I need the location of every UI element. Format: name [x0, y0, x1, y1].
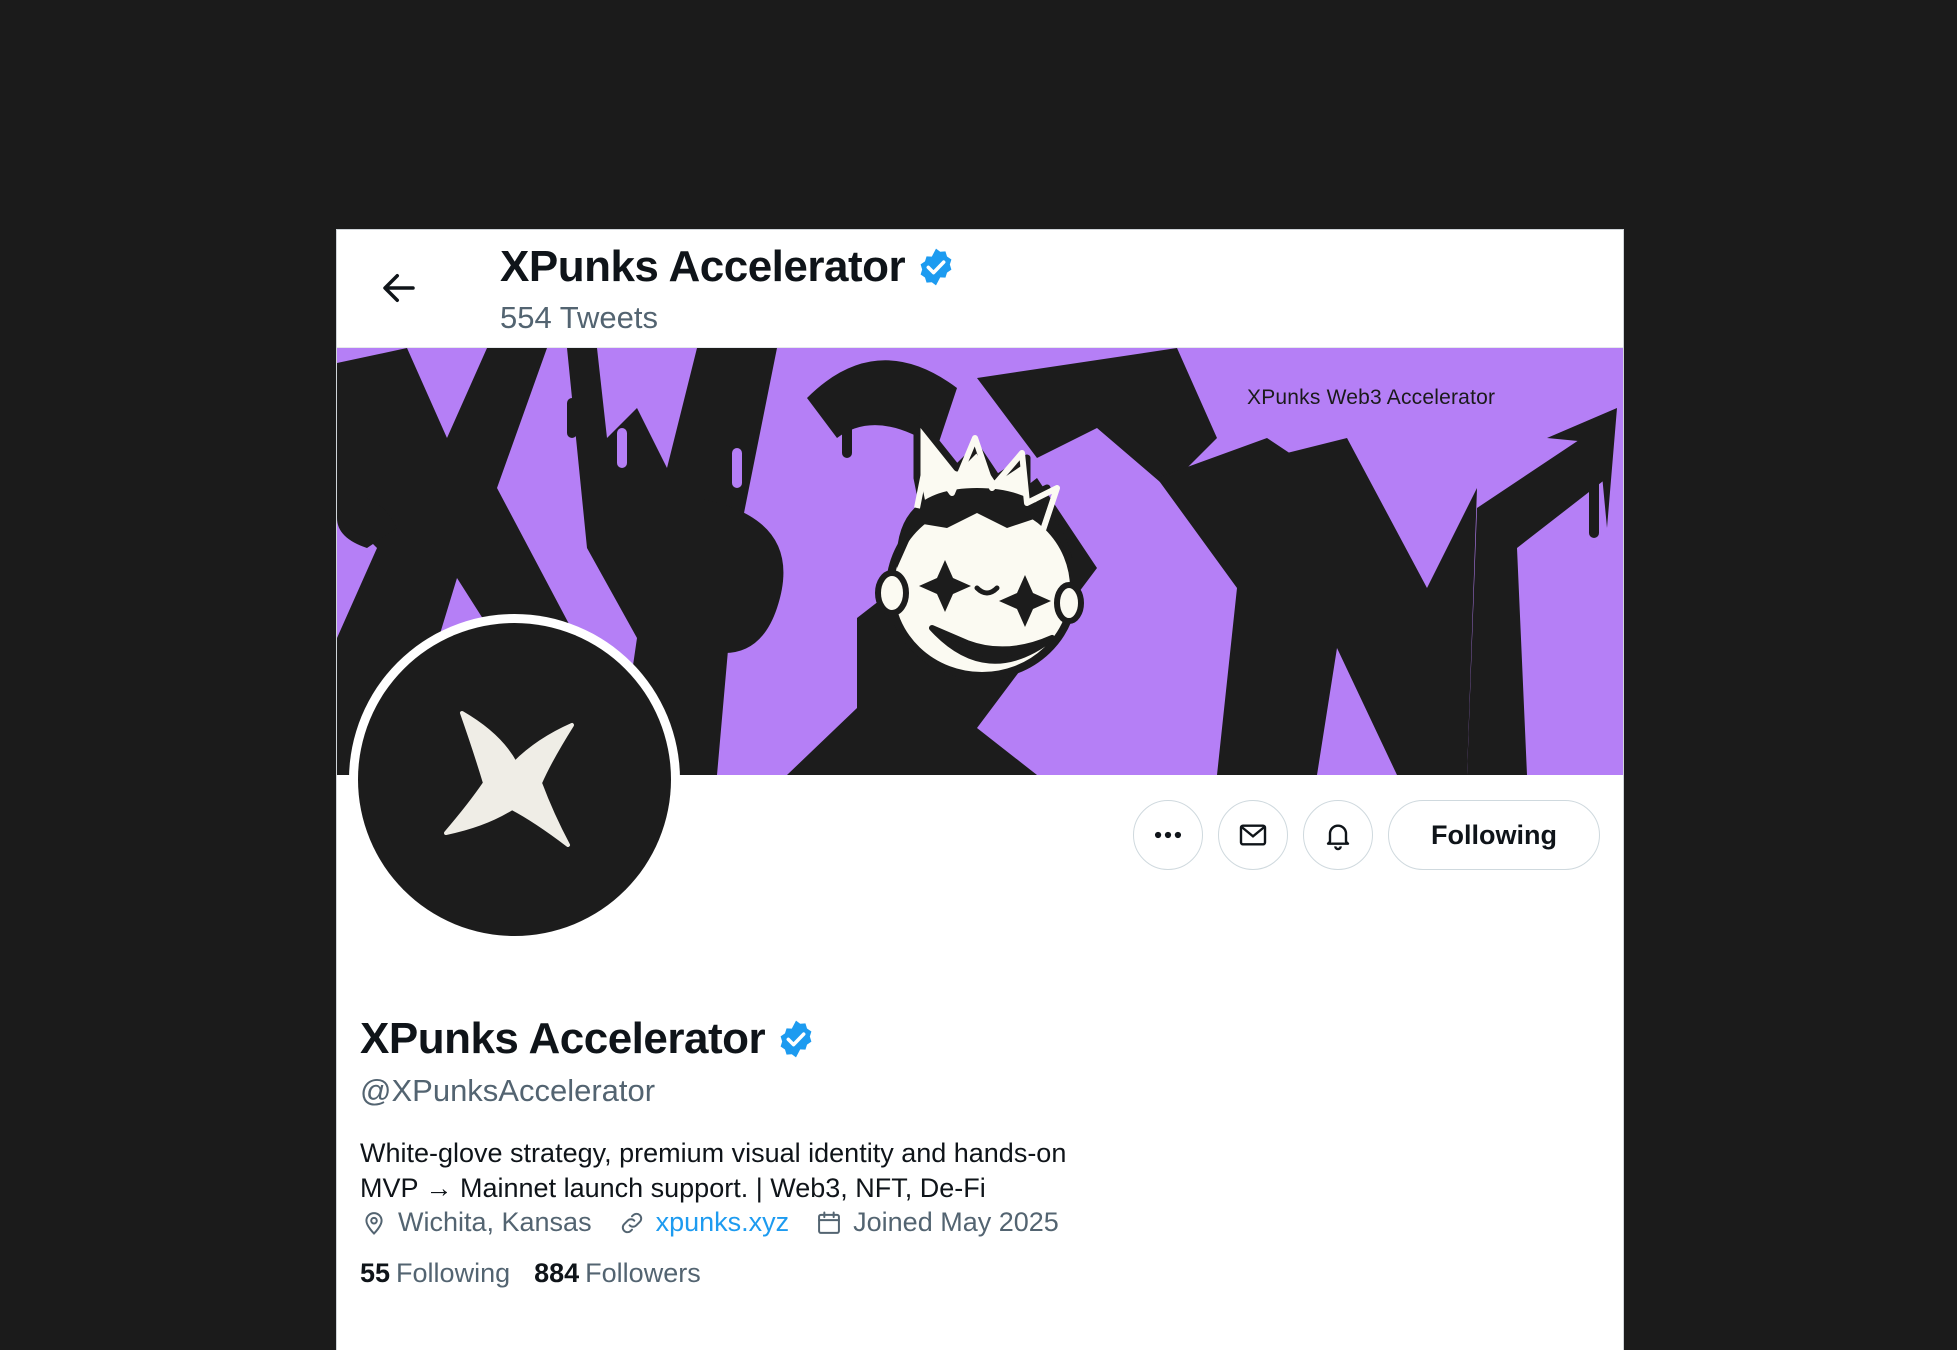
bell-icon	[1326, 824, 1350, 851]
website-link[interactable]: xpunks.xyz	[656, 1207, 790, 1238]
envelope-icon	[1239, 824, 1267, 846]
profile-handle: @XPunksAccelerator	[360, 1073, 656, 1108]
message-button[interactable]	[1218, 800, 1288, 870]
followers-count: 884	[534, 1258, 580, 1288]
following-label: Following	[396, 1258, 511, 1288]
profile-avatar[interactable]	[349, 614, 680, 945]
location-text: Wichita, Kansas	[398, 1207, 592, 1237]
four-point-star-icon	[443, 710, 574, 847]
following-stat[interactable]: 55 Following	[360, 1258, 510, 1289]
website-item[interactable]: xpunks.xyz	[618, 1207, 790, 1238]
followers-label: Followers	[585, 1258, 701, 1288]
back-button[interactable]	[373, 262, 425, 314]
joined-text: Joined May 2025	[853, 1207, 1059, 1237]
calendar-icon	[818, 1211, 841, 1234]
followers-stat[interactable]: 884 Followers	[534, 1258, 701, 1289]
link-icon	[621, 1212, 642, 1233]
more-dots-icon	[1154, 831, 1182, 839]
header-name: XPunks Accelerator	[500, 242, 906, 291]
display-name: XPunks Accelerator	[360, 1014, 766, 1063]
profile-actions: Following	[1133, 800, 1600, 870]
tweet-count: 554 Tweets	[500, 300, 658, 335]
following-button[interactable]: Following	[1388, 800, 1600, 870]
verified-badge-icon	[920, 248, 952, 286]
joined-item: Joined May 2025	[815, 1207, 1059, 1238]
profile-card: XPunks Accelerator 554 Tweets XPunks Web…	[336, 229, 1624, 1350]
avatar-image	[358, 623, 671, 936]
profile-bio: White-glove strategy, premium visual ide…	[360, 1136, 1180, 1206]
profile-header-bar: XPunks Accelerator 554 Tweets	[337, 230, 1623, 348]
verified-badge-icon	[780, 1020, 812, 1058]
profile-name: XPunks Accelerator	[360, 1014, 817, 1064]
arrow-left-icon	[383, 274, 415, 302]
bio-line: MVP → Mainnet launch support. | Web3, NF…	[360, 1173, 986, 1203]
location-item: Wichita, Kansas	[360, 1207, 592, 1238]
profile-stats: 55 Following 884 Followers	[360, 1258, 701, 1289]
more-button[interactable]	[1133, 800, 1203, 870]
bio-line: White-glove strategy, premium visual ide…	[360, 1138, 1067, 1168]
banner-caption: XPunks Web3 Accelerator	[1247, 386, 1496, 409]
notifications-button[interactable]	[1303, 800, 1373, 870]
location-pin-icon	[365, 1211, 383, 1235]
profile-meta: Wichita, Kansas xpunks.xyz Joined May 20…	[360, 1207, 1059, 1238]
following-count: 55	[360, 1258, 391, 1288]
header-title: XPunks Accelerator	[500, 242, 957, 292]
